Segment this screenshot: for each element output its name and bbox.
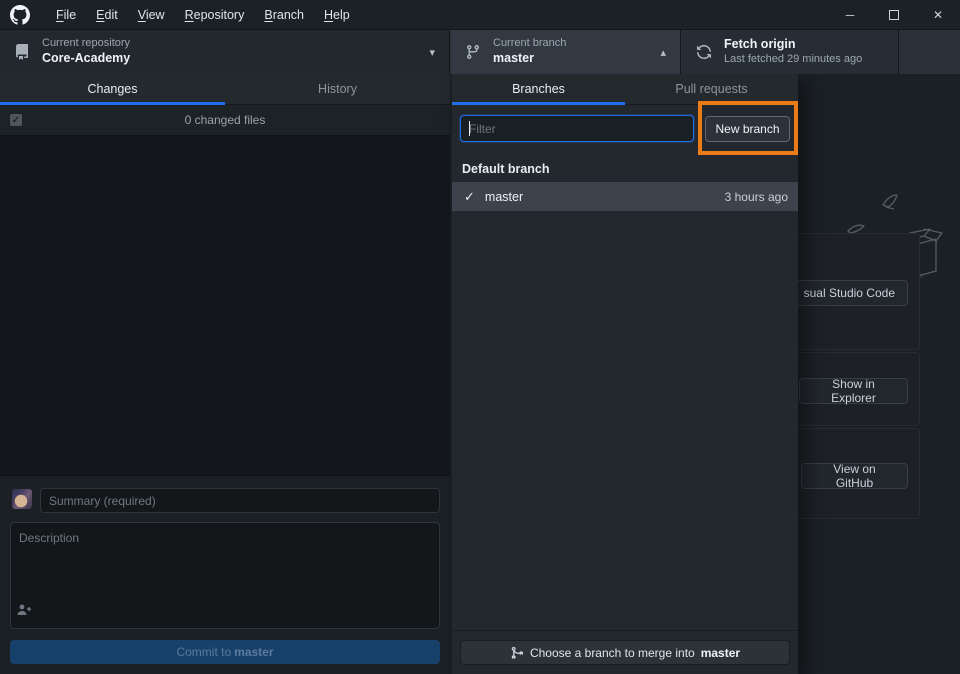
avatar <box>12 489 32 509</box>
current-branch-button[interactable]: Current branch master ▴ <box>451 30 681 74</box>
toolbar: Current repository Core-Academy ▾ Curren… <box>0 30 960 74</box>
chevron-down-icon: ▾ <box>429 46 435 59</box>
person-add-icon[interactable] <box>17 604 31 616</box>
choose-branch-to-merge-button[interactable]: Choose a branch to merge into master <box>460 640 790 665</box>
menu-edit[interactable]: Edit <box>86 0 128 30</box>
github-logo-icon <box>10 5 30 25</box>
fetch-origin-title: Fetch origin <box>724 37 862 53</box>
branches-pr-tabbar: Branches Pull requests <box>452 74 798 105</box>
branch-filter-input[interactable] <box>460 115 694 142</box>
minimize-icon[interactable]: ─ <box>828 0 872 30</box>
tab-history[interactable]: History <box>225 74 450 104</box>
current-branch-label: Current branch <box>493 37 566 51</box>
branch-filter-wrap <box>460 115 694 142</box>
show-in-explorer-button[interactable]: Show in Explorer <box>799 378 908 404</box>
changed-files-row: 0 changed files ✓ <box>0 105 450 136</box>
tab-pull-requests[interactable]: Pull requests <box>625 74 798 104</box>
branch-last-commit-time: 3 hours ago <box>725 190 788 204</box>
branches-foldout: Branches Pull requests New branch Defaul… <box>452 74 798 674</box>
branch-list-item-master[interactable]: ✓ master 3 hours ago <box>452 182 798 211</box>
menu-branch[interactable]: Branch <box>254 0 314 30</box>
menu-repository[interactable]: Repository <box>175 0 255 30</box>
menu-bar: File Edit View Repository Branch Help <box>46 0 360 30</box>
close-icon[interactable]: ✕ <box>916 0 960 30</box>
current-repository-label: Current repository <box>42 37 130 51</box>
menu-view[interactable]: View <box>128 0 175 30</box>
changed-files-count: 0 changed files <box>0 113 450 127</box>
fetch-origin-button[interactable]: Fetch origin Last fetched 29 minutes ago <box>682 30 899 74</box>
new-branch-button[interactable]: New branch <box>705 116 790 142</box>
commit-summary-input[interactable] <box>40 488 440 513</box>
repo-icon <box>14 44 30 60</box>
git-merge-icon <box>510 646 524 660</box>
branch-name: master <box>485 190 523 204</box>
current-repository-value: Core-Academy <box>42 51 130 67</box>
text-caret <box>469 121 470 136</box>
current-repository-button[interactable]: Current repository Core-Academy ▾ <box>0 30 450 74</box>
merge-bar: Choose a branch to merge into master <box>452 630 798 674</box>
commit-to-master-button[interactable]: Commit to master <box>10 640 440 664</box>
tab-changes[interactable]: Changes <box>0 74 225 104</box>
chevron-up-icon: ▴ <box>660 46 666 59</box>
window-controls: ─ ✕ <box>828 0 960 30</box>
maximize-icon[interactable] <box>872 0 916 30</box>
commit-form: Commit to master <box>0 475 450 674</box>
git-branch-icon <box>465 44 481 60</box>
current-branch-value: master <box>493 51 566 67</box>
fetch-origin-subtitle: Last fetched 29 minutes ago <box>724 53 862 67</box>
menu-help[interactable]: Help <box>314 0 360 30</box>
changes-history-tabbar: Changes History <box>0 74 450 105</box>
title-bar: File Edit View Repository Branch Help ─ … <box>0 0 960 30</box>
tab-branches[interactable]: Branches <box>452 74 625 104</box>
check-icon: ✓ <box>464 189 475 205</box>
default-branch-header: Default branch <box>462 162 550 176</box>
view-on-github-button[interactable]: View on GitHub <box>801 463 908 489</box>
changes-panel: Changes History 0 changed files ✓ Commit… <box>0 74 450 674</box>
menu-file[interactable]: File <box>46 0 86 30</box>
sync-icon <box>696 44 712 60</box>
commit-description-input[interactable] <box>10 522 440 629</box>
